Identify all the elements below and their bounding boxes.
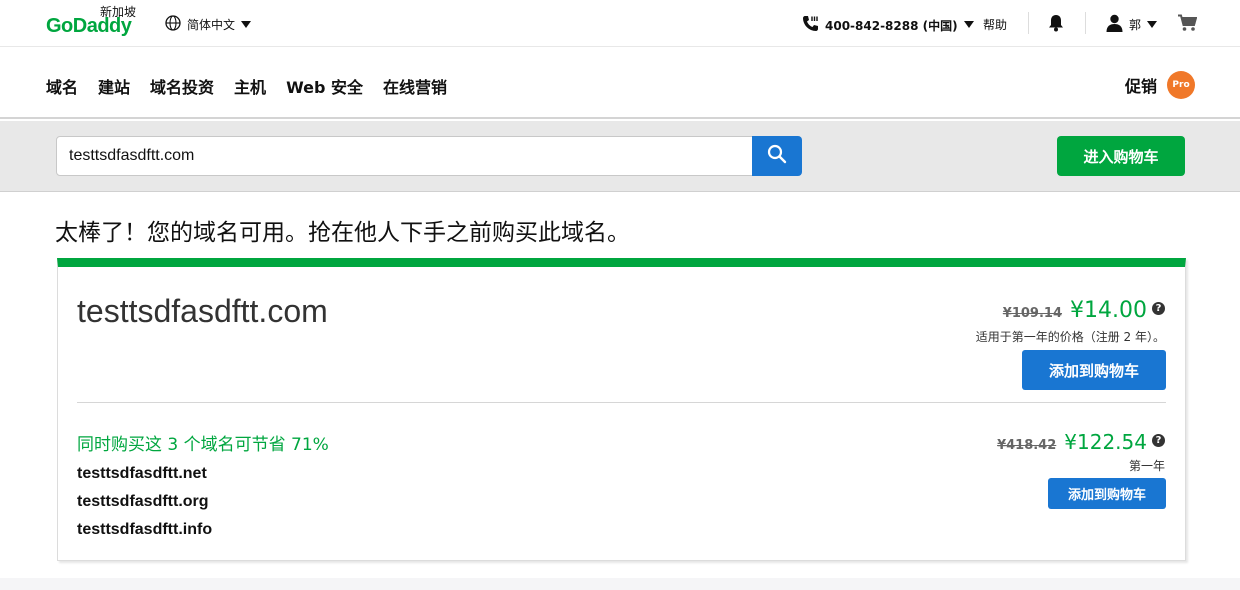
- divider: [1085, 12, 1086, 34]
- question-icon[interactable]: ?: [1152, 434, 1165, 447]
- bundle-price-note: 第一年: [1128, 459, 1165, 473]
- bundle-sale-price: ¥122.54: [1064, 430, 1147, 454]
- available-domain: testtsdfasdftt.com: [77, 293, 328, 329]
- account-menu[interactable]: 郭: [1106, 14, 1158, 35]
- language-selector[interactable]: 简体中文: [165, 15, 252, 34]
- nav-item-web-security[interactable]: Web 安全: [286, 74, 363, 98]
- domain-search-input[interactable]: [56, 136, 754, 176]
- help-link[interactable]: 帮助: [983, 16, 1007, 33]
- sale-price: ¥14.00: [1070, 298, 1147, 323]
- footer-strip: [0, 578, 1240, 590]
- search-icon: [767, 144, 787, 168]
- price-note: 适用于第一年的价格（注册 2 年）。: [975, 330, 1165, 344]
- search-button[interactable]: [752, 136, 802, 176]
- caret-down-icon: [963, 18, 974, 32]
- globe-icon: [165, 15, 181, 34]
- logo-region: 新加坡: [100, 5, 137, 19]
- phone-menu[interactable]: 400-842-8288 (中国): [802, 15, 974, 35]
- phone-number: 400-842-8288 (中国): [825, 18, 958, 33]
- nav-item-websites[interactable]: 建站: [98, 74, 130, 98]
- search-band: 进入购物车: [0, 121, 1240, 192]
- bundle-title: 同时购买这 3 个域名可节省 71%: [77, 435, 329, 455]
- add-to-cart-button[interactable]: 添加到购物车: [1022, 350, 1166, 390]
- card-divider: [77, 402, 1166, 403]
- nav-item-online-marketing[interactable]: 在线营销: [383, 74, 447, 98]
- domain-result-card: testtsdfasdftt.com ¥109.14 ¥14.00 ? 适用于第…: [57, 258, 1186, 561]
- bell-icon[interactable]: [1048, 14, 1064, 36]
- nav-items: 域名 建站 域名投资 主机 Web 安全 在线营销: [46, 74, 447, 98]
- main-nav: 域名 建站 域名投资 主机 Web 安全 在线营销 促销 Pro: [0, 47, 1240, 119]
- bundle-domain: testtsdfasdftt.net: [77, 465, 207, 482]
- utility-bar: GoDaddy 新加坡 简体中文 400-842-8288 (中国) 帮助 郭: [0, 0, 1240, 47]
- cart-icon[interactable]: [1178, 14, 1198, 36]
- nav-item-hosting[interactable]: 主机: [234, 74, 266, 98]
- availability-headline: 太棒了！您的域名可用。抢在他人下手之前购买此域名。: [55, 220, 630, 246]
- nav-item-domain-investing[interactable]: 域名投资: [150, 74, 214, 98]
- user-icon: [1106, 14, 1123, 35]
- question-icon[interactable]: ?: [1152, 302, 1165, 315]
- phone-icon: [802, 15, 819, 35]
- bundle-price: ¥418.42 ¥122.54 ?: [997, 430, 1165, 454]
- caret-down-icon: [241, 18, 252, 32]
- bundle-domain: testtsdfasdftt.info: [77, 521, 213, 538]
- original-price: ¥109.14: [1002, 306, 1063, 321]
- divider: [1028, 12, 1029, 34]
- promo-label: 促销: [1125, 77, 1158, 96]
- bundle-original-price: ¥418.42: [997, 438, 1057, 453]
- bundle-add-to-cart-button[interactable]: 添加到购物车: [1048, 478, 1166, 509]
- nav-item-domains[interactable]: 域名: [46, 74, 78, 98]
- pro-badge: Pro: [1167, 71, 1196, 99]
- go-to-cart-button[interactable]: 进入购物车: [1057, 136, 1185, 176]
- domain-price: ¥109.14 ¥14.00 ?: [1003, 298, 1165, 323]
- bundle-domain: testtsdfasdftt.org: [77, 493, 209, 510]
- caret-down-icon: [1147, 18, 1158, 32]
- user-name: 郭: [1129, 18, 1142, 32]
- bundle-domain-list: testtsdfasdftt.net testtsdfasdftt.org te…: [77, 464, 212, 548]
- language-label: 简体中文: [187, 18, 236, 32]
- promo-link[interactable]: 促销 Pro: [1125, 71, 1196, 99]
